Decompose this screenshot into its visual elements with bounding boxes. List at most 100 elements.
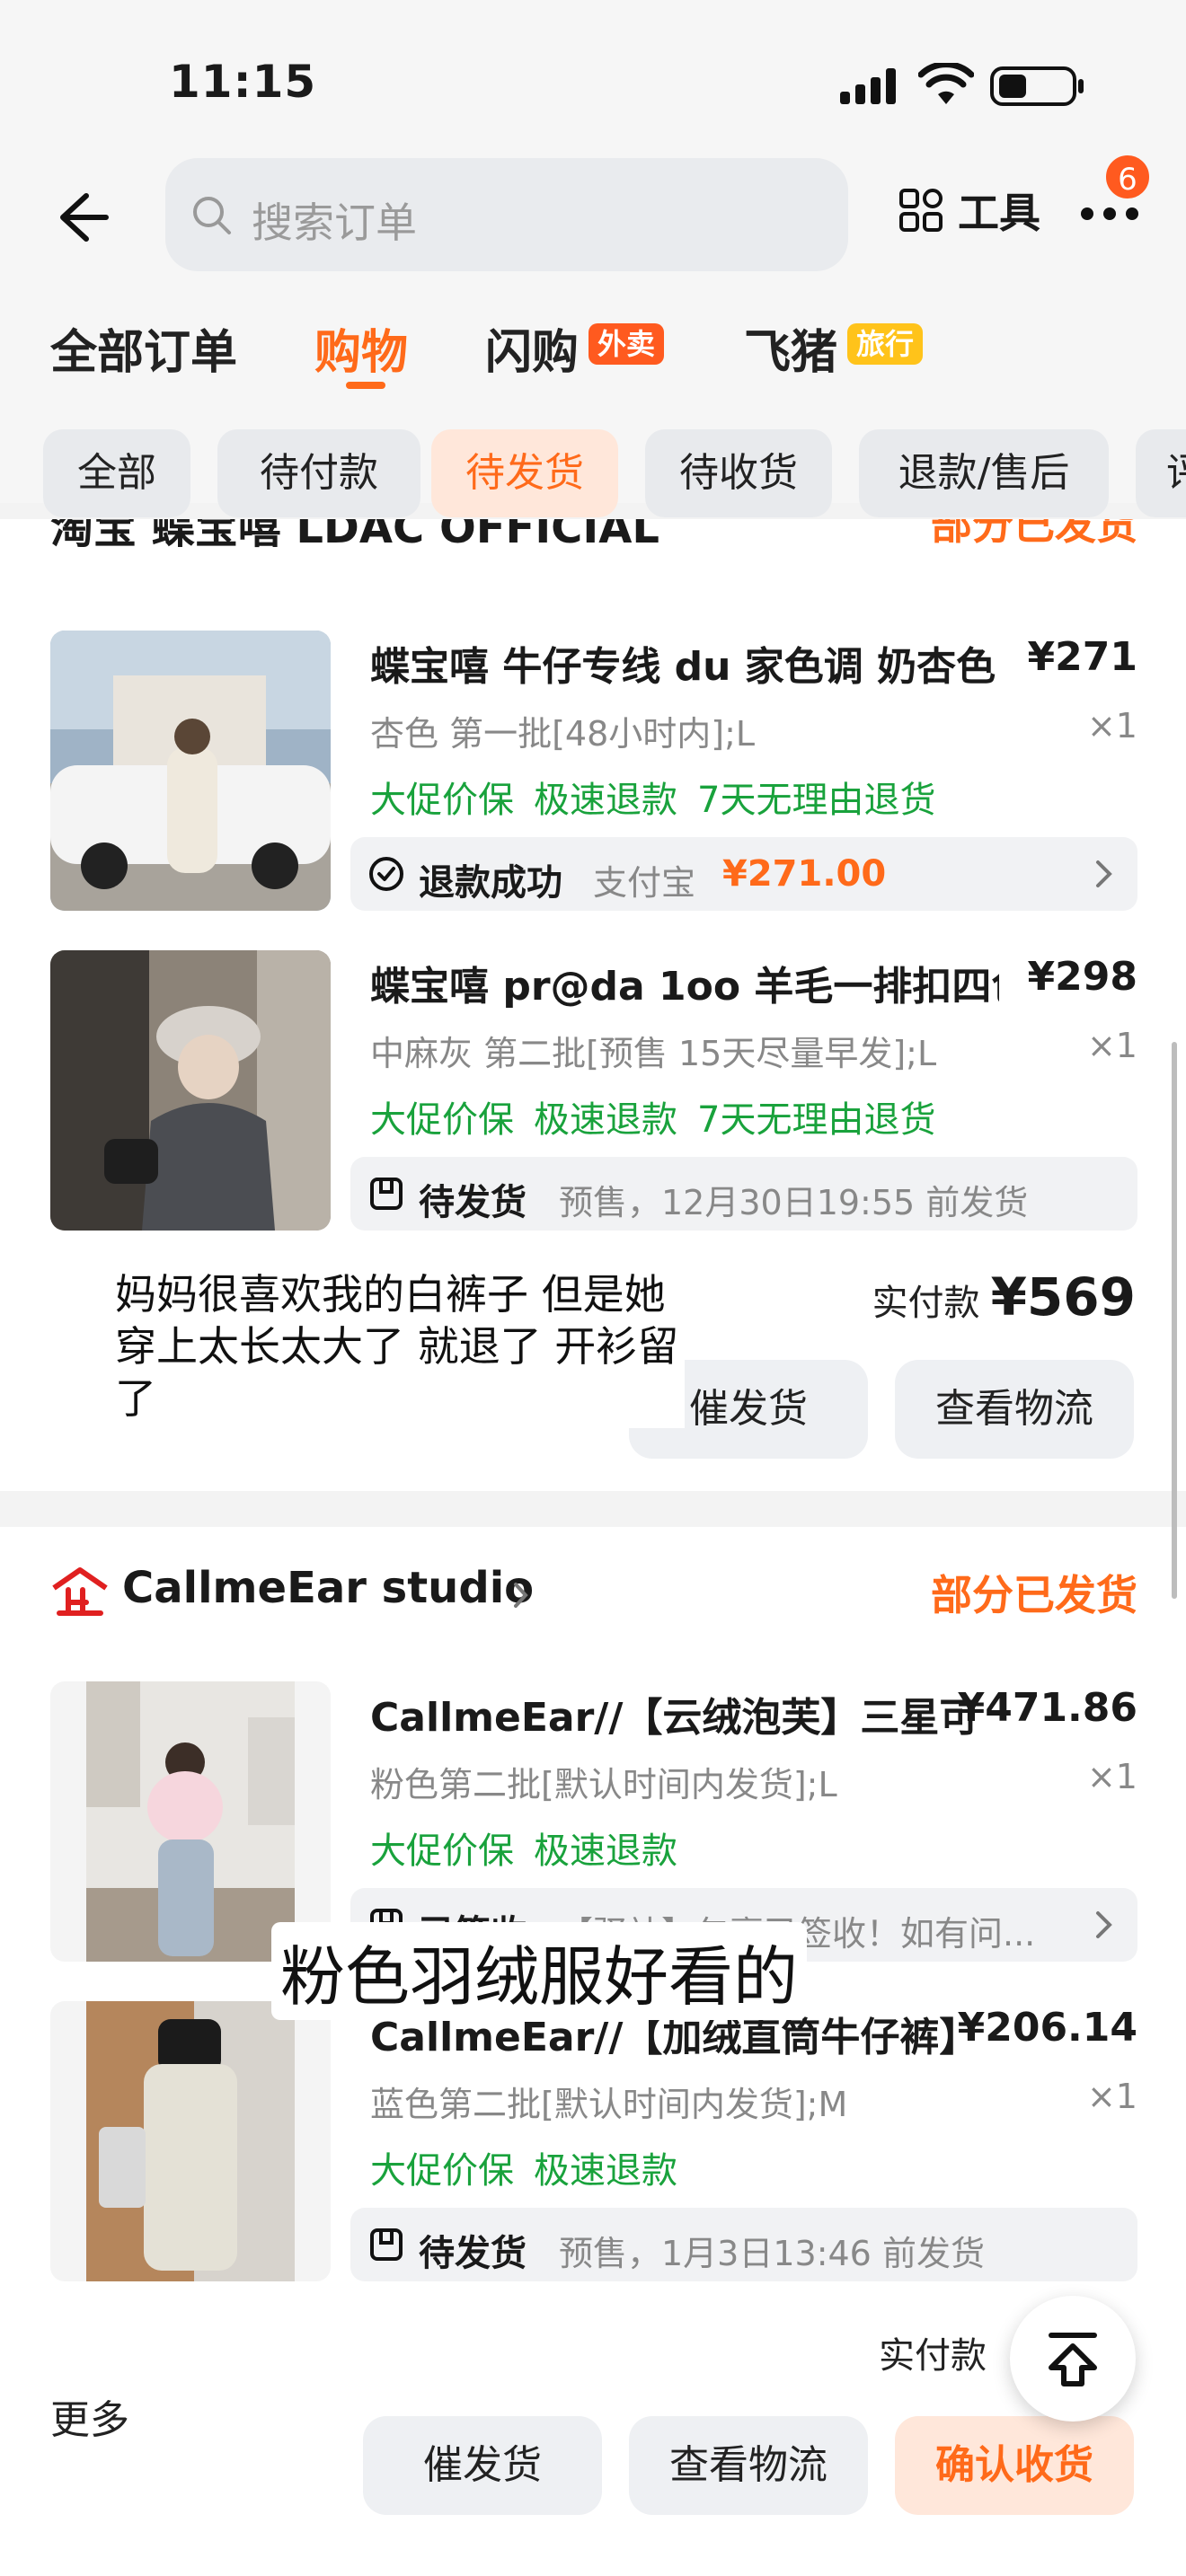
refund-status-bar[interactable]: 退款成功 支付宝 ¥271.00	[350, 837, 1137, 911]
service-tags: 大促价保 极速退款 7天无理由退货	[370, 1090, 955, 1142]
service-tag: 极速退款	[534, 780, 677, 821]
status-label: 待发货	[419, 1182, 527, 1223]
order-item[interactable]: 蝶宝嘻 牛仔专线 du 家色调 奶杏色 ¥271 杏色 第一批[48小时内];L…	[50, 631, 1137, 918]
chevron-right-icon	[514, 1583, 528, 1608]
shop-header[interactable]: CallmeEar studio 部分已发货	[50, 1563, 1137, 1626]
product-image[interactable]	[50, 631, 331, 911]
order-item[interactable]: CallmeEar//【加绒直筒牛仔裤】 ¥206.14 蓝色第二批[默认时间内…	[50, 2001, 1137, 2289]
total-label: 实付款	[879, 2335, 987, 2377]
order-card[interactable]: 淘宝 蝶宝嘻 LDAC OFFICIAL 部分已发货 蝶宝嘻 牛仔专线 du 家…	[0, 519, 1186, 1491]
check-circle-icon	[369, 857, 403, 891]
tools-label: 工具	[958, 189, 1040, 237]
refund-amount: ¥271.00	[722, 853, 887, 895]
shop-name[interactable]: 淘宝 蝶宝嘻 LDAC OFFICIAL	[50, 519, 659, 555]
chevron-right-icon	[1096, 1911, 1112, 1938]
order-item[interactable]: 蝶宝嘻 pr@da 1oo 羊毛一排扣四色 ¥298 中麻灰 第二批[预售 15…	[50, 950, 1137, 1238]
view-logistics-button[interactable]: 查看物流	[629, 2416, 868, 2515]
total-label: 实付款	[872, 1283, 980, 1324]
status-text: 支付宝	[593, 863, 696, 903]
service-tag: 极速退款	[534, 1831, 677, 1872]
product-price: ¥271	[1027, 634, 1137, 680]
shipping-status-bar[interactable]: 待发货 预售，12月30日19:55 前发货	[350, 1157, 1137, 1231]
battery-icon	[990, 66, 1084, 106]
product-quantity: ×1	[1086, 706, 1137, 745]
service-tag: 大促价保	[370, 1831, 514, 1872]
filter-pending-receipt[interactable]: 待收货	[645, 429, 832, 517]
wifi-icon	[918, 63, 974, 104]
search-placeholder: 搜索订单	[252, 198, 417, 247]
filter-refund[interactable]: 退款/售后	[859, 429, 1109, 517]
product-title[interactable]: CallmeEar//【云绒泡芙】三星可	[370, 1685, 999, 1742]
service-tags: 大促价保 极速退款	[370, 1822, 697, 1874]
scrollbar[interactable]	[1172, 1042, 1177, 1599]
grid-icon	[899, 189, 943, 232]
order-status: 部分已发货	[931, 1571, 1137, 1619]
filter-pending-shipment[interactable]: 待发货	[431, 429, 618, 517]
status-time: 11:15	[169, 56, 317, 108]
service-tag: 大促价保	[370, 780, 514, 821]
product-spec: 粉色第二批[默认时间内发货];L	[370, 1765, 837, 1804]
more-actions-link[interactable]: 更多	[50, 2387, 129, 2445]
overlay-caption: 粉色羽绒服好看的	[271, 1922, 808, 2020]
shop-header[interactable]: 淘宝 蝶宝嘻 LDAC OFFICIAL 部分已发货	[50, 519, 1137, 555]
tools-button[interactable]: 工具	[898, 183, 1040, 237]
order-total: 实付款 ¥569	[872, 1266, 1136, 1329]
back-to-top-button[interactable]	[1010, 2296, 1136, 2422]
service-tag: 大促价保	[370, 2150, 514, 2192]
more-dots-icon[interactable]	[1078, 203, 1141, 225]
service-tags: 大促价保 极速退款 7天无理由退货	[370, 771, 955, 823]
order-total: 实付款	[879, 2326, 997, 2389]
lvxing-tag: 旅行	[847, 323, 924, 365]
product-spec: 杏色 第一批[48小时内];L	[370, 714, 756, 754]
back-arrow-icon[interactable]	[52, 189, 110, 246]
product-quantity: ×1	[1086, 1026, 1137, 1065]
filter-review[interactable]: 评	[1136, 429, 1186, 517]
status-text: 预售，1月3日13:46 前发货	[559, 2234, 985, 2273]
service-tag: 极速退款	[534, 2150, 677, 2192]
product-title[interactable]: 蝶宝嘻 pr@da 1oo 羊毛一排扣四色	[370, 954, 999, 1011]
product-image[interactable]	[50, 1681, 331, 1962]
shipping-status-bar[interactable]: 待发货 预售，1月3日13:46 前发货	[350, 2208, 1137, 2281]
tab-shopping[interactable]: 购物	[314, 314, 408, 382]
waimai-tag: 外卖	[589, 323, 665, 365]
arrow-up-icon	[1049, 2333, 1097, 2386]
package-box-icon	[370, 1178, 403, 1210]
notification-badge: 6	[1103, 153, 1152, 201]
shop-name[interactable]: CallmeEar studio	[122, 1563, 534, 1613]
status-text: 预售，12月30日19:55 前发货	[559, 1183, 1029, 1222]
product-title[interactable]: 蝶宝嘻 牛仔专线 du 家色调 奶杏色	[370, 634, 999, 692]
service-tag: 极速退款	[534, 1099, 677, 1141]
urge-shipment-button[interactable]: 催发货	[363, 2416, 602, 2515]
search-icon	[193, 197, 231, 234]
product-price: ¥206.14	[957, 2005, 1137, 2051]
category-tabs: 全部订单 购物 闪购 外卖 飞猪 旅行	[0, 305, 1186, 404]
service-tags: 大促价保 极速退款	[370, 2141, 697, 2193]
tab-flash-buy[interactable]: 闪购	[485, 314, 579, 382]
filter-pending-payment[interactable]: 待付款	[217, 429, 420, 517]
overlay-caption: 妈妈很喜欢我的白裤子 但是她穿上太长太大了 就退了 开衫留了	[110, 1265, 685, 1428]
total-value: ¥569	[990, 1266, 1136, 1328]
service-tag: 7天无理由退货	[697, 780, 936, 821]
confirm-receipt-button[interactable]: 确认收货	[895, 2416, 1134, 2515]
filter-all[interactable]: 全部	[43, 429, 190, 517]
chevron-right-icon	[1096, 860, 1112, 887]
product-image[interactable]	[50, 2001, 331, 2281]
product-spec: 中麻灰 第二批[预售 15天尽量早发];L	[370, 1034, 937, 1073]
status-bar: 11:15	[0, 0, 1186, 153]
cellular-signal-icon	[840, 68, 898, 104]
top-bar: 搜索订单 工具 6	[0, 153, 1186, 278]
tab-fliggy[interactable]: 飞猪	[744, 314, 837, 382]
active-tab-indicator	[346, 382, 385, 389]
product-spec: 蓝色第二批[默认时间内发货];M	[370, 2085, 848, 2124]
product-price: ¥471.86	[957, 1685, 1137, 1731]
search-input[interactable]: 搜索订单	[165, 158, 848, 271]
store-logo-icon	[52, 1567, 108, 1616]
product-image[interactable]	[50, 950, 331, 1231]
view-logistics-button[interactable]: 查看物流	[895, 1360, 1134, 1459]
service-tag: 大促价保	[370, 1099, 514, 1141]
package-box-icon	[370, 2228, 403, 2261]
order-card[interactable]: CallmeEar studio 部分已发货 CallmeEar//【云绒泡芙】…	[0, 1527, 1186, 2576]
filter-chips: 全部 待付款 待发货 待收货 退款/售后 评	[0, 429, 1186, 519]
tab-all-orders[interactable]: 全部订单	[50, 314, 237, 382]
order-status: 部分已发货	[931, 519, 1137, 549]
